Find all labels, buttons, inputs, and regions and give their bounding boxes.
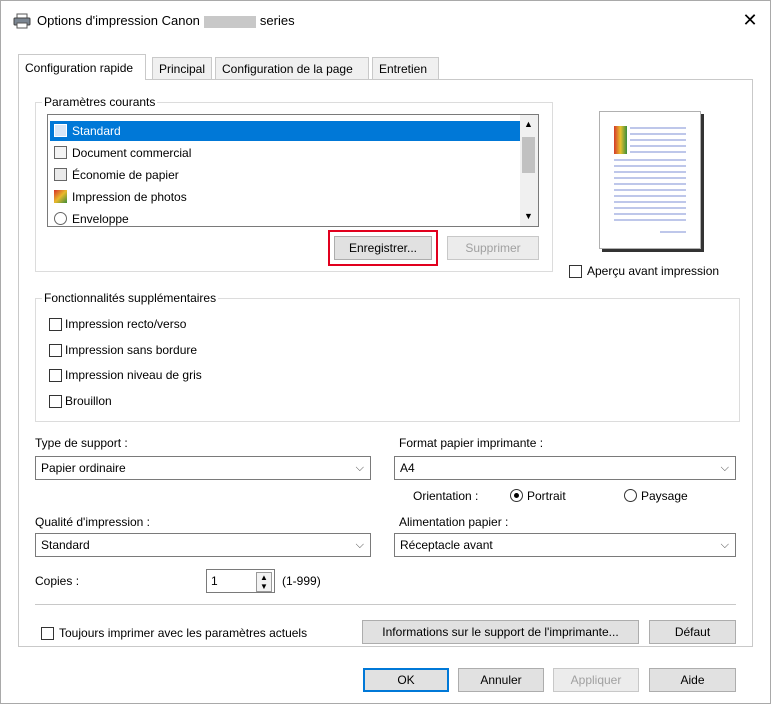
list-item[interactable]: Impression de photos (50, 187, 520, 207)
list-item[interactable]: Enveloppe (50, 209, 520, 226)
media-type-label: Type de support : (35, 436, 128, 450)
print-quality-select[interactable]: Standard ⌵ (35, 533, 371, 557)
cancel-button[interactable]: Annuler (458, 668, 544, 692)
grayscale-label[interactable]: Impression niveau de gris (65, 368, 202, 382)
separator (35, 604, 736, 605)
ok-button[interactable]: OK (363, 668, 449, 692)
list-item[interactable]: Économie de papier (50, 165, 520, 185)
paper-saving-icon (54, 168, 67, 181)
tab-configuration-page[interactable]: Configuration de la page (215, 57, 369, 79)
copies-stepper-icon[interactable]: ▲ ▼ (256, 572, 272, 592)
copies-range: (1-999) (282, 574, 321, 588)
chevron-down-icon: ⌵ (355, 539, 364, 551)
apply-button[interactable]: Appliquer (553, 668, 639, 692)
help-button[interactable]: Aide (649, 668, 736, 692)
delete-button[interactable]: Supprimer (447, 236, 539, 260)
list-scrollbar[interactable]: ▲ ▼ (520, 115, 538, 226)
media-info-button[interactable]: Informations sur le support de l'imprima… (362, 620, 639, 644)
copies-label: Copies : (35, 574, 80, 588)
copies-value: 1 (211, 574, 218, 588)
duplex-label[interactable]: Impression recto/verso (65, 317, 186, 331)
always-print-label[interactable]: Toujours imprimer avec les paramètres ac… (59, 626, 307, 640)
additional-features-legend: Fonctionnalités supplémentaires (42, 291, 219, 305)
landscape-radio[interactable] (624, 489, 637, 502)
printer-icon (13, 13, 31, 29)
current-settings-legend: Paramètres courants (42, 95, 158, 109)
document-icon (54, 146, 67, 159)
window-title-prefix: Options d'impression Canon (37, 13, 200, 28)
media-type-select[interactable]: Papier ordinaire ⌵ (35, 456, 371, 480)
portrait-label[interactable]: Portrait (527, 489, 566, 503)
preview-thumbnail-icon (614, 126, 686, 233)
printer-paper-size-value: A4 (400, 461, 415, 475)
borderless-label[interactable]: Impression sans bordure (65, 343, 197, 357)
paper-source-label: Alimentation papier : (399, 515, 509, 529)
scroll-thumb[interactable] (522, 137, 535, 173)
close-icon[interactable]: ✕ (739, 9, 761, 31)
duplex-checkbox[interactable] (49, 318, 62, 331)
envelope-icon (54, 212, 67, 225)
tab-configuration-rapide[interactable]: Configuration rapide (18, 54, 146, 80)
title-bar: Options d'impression Canon series ✕ (1, 1, 770, 41)
current-settings-list[interactable]: Standard Document commercial Économie de… (47, 114, 539, 227)
always-print-checkbox[interactable] (41, 627, 54, 640)
scroll-up-icon[interactable]: ▲ (524, 119, 533, 129)
standard-icon (54, 124, 67, 137)
list-item[interactable]: Document commercial (50, 143, 520, 163)
window-title-suffix: series (259, 13, 295, 28)
preview-checkbox-label[interactable]: Aperçu avant impression (587, 264, 719, 278)
preview-checkbox[interactable] (569, 265, 582, 278)
save-button-highlight (328, 230, 438, 266)
portrait-radio[interactable] (510, 489, 523, 502)
paper-source-value: Réceptacle avant (400, 538, 493, 552)
print-quality-value: Standard (41, 538, 90, 552)
redacted-model (203, 15, 256, 28)
borderless-checkbox[interactable] (49, 344, 62, 357)
orientation-label: Orientation : (413, 489, 479, 503)
tab-entretien[interactable]: Entretien (372, 57, 439, 79)
copies-input[interactable]: 1 ▲ ▼ (206, 569, 275, 593)
photo-icon (54, 190, 67, 203)
print-options-dialog: Options d'impression Canon series ✕ Confi… (0, 0, 771, 704)
page-preview (599, 111, 701, 249)
printer-paper-size-label: Format papier imprimante : (399, 436, 544, 450)
paper-source-select[interactable]: Réceptacle avant ⌵ (394, 533, 736, 557)
scroll-down-icon[interactable]: ▼ (524, 211, 533, 221)
window-title: Options d'impression Canon series (37, 13, 295, 28)
chevron-down-icon: ⌵ (720, 539, 729, 551)
chevron-down-icon: ⌵ (355, 462, 364, 474)
landscape-label[interactable]: Paysage (641, 489, 688, 503)
draft-label[interactable]: Brouillon (65, 394, 112, 408)
chevron-down-icon: ⌵ (720, 462, 729, 474)
print-quality-label: Qualité d'impression : (35, 515, 151, 529)
grayscale-checkbox[interactable] (49, 369, 62, 382)
draft-checkbox[interactable] (49, 395, 62, 408)
media-type-value: Papier ordinaire (41, 461, 126, 475)
default-button[interactable]: Défaut (649, 620, 736, 644)
printer-paper-size-select[interactable]: A4 ⌵ (394, 456, 736, 480)
tab-principal[interactable]: Principal (152, 57, 212, 79)
list-item[interactable]: Standard (50, 121, 520, 141)
